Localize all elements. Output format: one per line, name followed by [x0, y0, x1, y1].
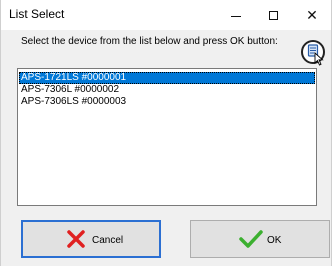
ok-label: OK — [267, 235, 282, 246]
title-bar[interactable]: List Select ✕ — [1, 0, 331, 30]
help-button[interactable] — [299, 38, 329, 68]
ok-button[interactable]: OK — [190, 220, 330, 258]
list-select-window: List Select ✕ Select the device from the… — [0, 0, 332, 266]
cancel-label: Cancel — [92, 235, 124, 246]
maximize-icon — [268, 10, 278, 20]
close-icon: ✕ — [306, 6, 318, 23]
cancel-x-icon — [67, 230, 85, 248]
checkmark-icon — [239, 230, 263, 248]
device-list-item[interactable]: APS-7306L #0000002 — [19, 84, 315, 96]
cancel-button[interactable]: Cancel — [21, 220, 161, 258]
maximize-button[interactable] — [254, 0, 292, 30]
device-list-item[interactable]: APS-1721LS #0000001 — [19, 72, 315, 84]
window-title: List Select — [9, 7, 65, 21]
device-listbox[interactable]: APS-1721LS #0000001 APS-7306L #0000002 A… — [17, 68, 317, 206]
close-button[interactable]: ✕ — [293, 0, 331, 30]
device-list-item[interactable]: APS-7306LS #0000003 — [19, 96, 315, 108]
instruction-text: Select the device from the list below an… — [21, 36, 278, 47]
minimize-button[interactable] — [217, 0, 255, 30]
help-icon — [301, 40, 325, 66]
minimize-icon — [231, 15, 241, 17]
